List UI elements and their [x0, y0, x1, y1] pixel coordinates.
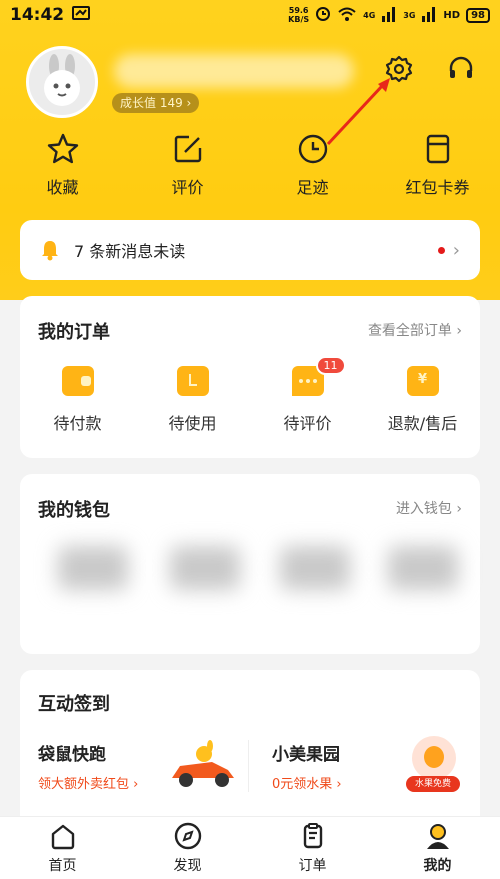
signal-4g-icon: 4G	[363, 10, 376, 20]
unread-messages-bar[interactable]: 7 条新消息未读 ›	[20, 220, 480, 280]
profile-icon	[426, 824, 449, 849]
xiaomei-orchard-entry[interactable]: 小美果园 0元领水果 ›	[272, 740, 342, 792]
customer-service-headset-icon[interactable]	[446, 54, 476, 84]
interactive-checkin-card: 互动签到 袋鼠快跑 领大额外卖红包 › 小美果园 0元领水果 › 水果免费	[20, 670, 480, 830]
wallet-item-blurred[interactable]	[170, 546, 240, 590]
avatar[interactable]	[26, 46, 98, 118]
edit-icon	[174, 135, 201, 163]
clock-icon	[298, 134, 327, 164]
checkin-divider	[248, 740, 249, 792]
enter-wallet-link[interactable]: 进入钱包 ›	[396, 498, 462, 518]
my-wallet-card: 我的钱包 进入钱包 ›	[20, 474, 480, 654]
kangaroo-run-entry[interactable]: 袋鼠快跑 领大额外卖红包 ›	[38, 740, 138, 792]
signal-3g-icon: 3G	[403, 10, 416, 20]
wallet-title: 我的钱包	[38, 500, 110, 521]
growth-value-badge[interactable]: 成长值 149 ›	[112, 93, 200, 113]
wifi-icon	[337, 6, 357, 25]
quick-reviews[interactable]: 评价	[138, 132, 238, 202]
coupon-icon	[426, 134, 449, 164]
alarm-icon	[315, 6, 331, 25]
star-icon	[47, 133, 78, 164]
ticket-icon	[176, 366, 209, 396]
tab-home[interactable]: 首页	[23, 821, 103, 875]
refund-icon: ¥	[406, 366, 439, 396]
view-all-orders-link[interactable]: 查看全部订单 ›	[368, 320, 462, 340]
order-to-review[interactable]: 11 待评价	[258, 356, 358, 434]
quick-actions: 收藏 评价 足迹 红包卡券	[0, 132, 500, 202]
bell-icon	[42, 241, 58, 261]
hd-indicator: HD	[443, 9, 461, 21]
fruit-basket-icon	[412, 736, 456, 780]
clock: 14:42	[10, 5, 65, 25]
order-status-row: 待付款 待使用 11 待评价 ¥ 退款/售后	[20, 356, 480, 434]
quick-footprints[interactable]: 足迹	[263, 132, 363, 202]
tab-discover[interactable]: 发现	[148, 821, 228, 875]
chevron-right-icon: ›	[452, 239, 460, 261]
bottom-tab-bar: 首页 发现 订单 我的	[0, 816, 500, 879]
tab-orders[interactable]: 订单	[273, 821, 353, 875]
orders-title: 我的订单	[38, 322, 110, 343]
order-pending-payment[interactable]: 待付款	[28, 366, 128, 434]
home-icon	[51, 824, 74, 850]
compass-icon	[174, 822, 201, 850]
fruit-free-badge[interactable]: 水果免费	[406, 736, 460, 796]
profile-header: 成长值 149 ›	[26, 46, 486, 118]
username-blurred[interactable]	[114, 54, 354, 88]
battery-indicator: 98	[466, 7, 490, 23]
unread-dot	[437, 246, 445, 254]
race-car-icon	[172, 740, 234, 787]
signal-bars-icon	[381, 6, 397, 25]
checkin-title: 互动签到	[38, 694, 110, 715]
review-count-badge: 11	[315, 356, 346, 375]
quick-coupons[interactable]: 红包卡券	[388, 132, 488, 202]
network-speed: 59.6 KB/S	[288, 6, 310, 24]
wallet-item-blurred[interactable]	[388, 546, 458, 590]
order-refund-aftersales[interactable]: ¥ 退款/售后	[373, 366, 473, 434]
status-indicators: 59.6 KB/S 4G 3G HD 98	[288, 6, 490, 25]
wallet-icon	[61, 366, 94, 396]
message-icon	[72, 5, 91, 25]
unread-messages-text: 7 条新消息未读	[74, 242, 186, 261]
order-to-use[interactable]: 待使用	[143, 366, 243, 434]
quick-favorites[interactable]: 收藏	[13, 132, 113, 202]
wallet-item-blurred[interactable]	[58, 546, 128, 590]
wallet-item-blurred[interactable]	[280, 546, 350, 590]
signal-bars-2-icon	[421, 6, 437, 25]
tab-mine[interactable]: 我的	[398, 821, 478, 875]
order-list-icon	[303, 823, 322, 849]
my-orders-card: 我的订单 查看全部订单 › 待付款 待使用 11 待评价 ¥ 退款/售后	[20, 296, 480, 458]
status-bar: 14:42 59.6 KB/S 4G 3G HD 98	[0, 0, 500, 30]
